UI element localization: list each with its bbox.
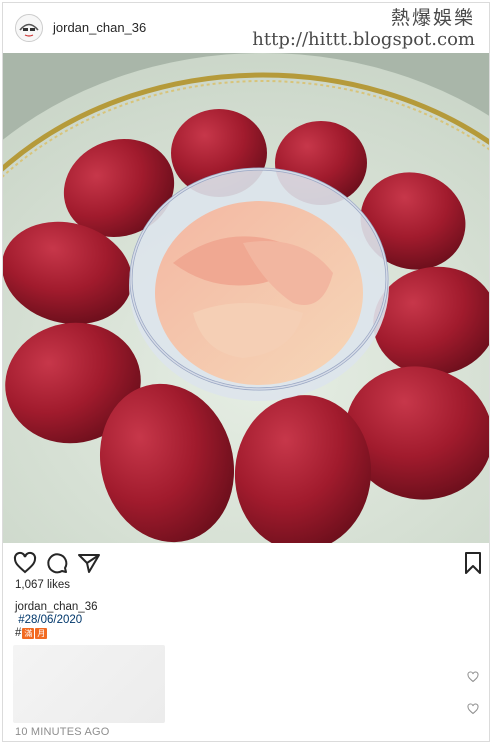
bookmark-icon[interactable] [461, 551, 487, 577]
hash-symbol: # [15, 627, 22, 639]
post-timestamp: 10 MINUTES AGO [15, 726, 110, 738]
comment-like-heart-icon-2[interactable] [467, 702, 479, 715]
emoji-full-icon: 滿 [22, 628, 35, 639]
post-author-username[interactable]: jordan_chan_36 [53, 20, 146, 35]
comment-like-heart-icon[interactable] [467, 670, 479, 683]
blurred-comments [13, 645, 165, 723]
ginger-cup [129, 167, 389, 401]
caption-date-hashtag[interactable]: #28/06/2020 [18, 614, 82, 626]
avatar[interactable] [15, 14, 43, 42]
post-actions [3, 551, 489, 579]
likes-count[interactable]: 1,067 likes [15, 579, 70, 591]
caption: jordan_chan_36 #28/06/2020 # 滿 月 [15, 601, 98, 640]
instagram-post: jordan_chan_36 熱爆娛樂 http://hittt.blogspo… [2, 2, 490, 742]
red-eggs-photo [3, 53, 489, 543]
share-icon[interactable] [77, 551, 103, 577]
avatar-image [16, 15, 42, 41]
post-header: jordan_chan_36 熱爆娛樂 http://hittt.blogspo… [3, 3, 489, 53]
emoji-moon-icon: 月 [35, 628, 48, 639]
watermark-title: 熱爆娛樂 [390, 7, 475, 29]
caption-username[interactable]: jordan_chan_36 [15, 601, 98, 614]
comment-icon[interactable] [45, 551, 71, 577]
watermark-url: http://hittt.blogspot.com [252, 29, 475, 50]
watermark: 熱爆娛樂 http://hittt.blogspot.com [252, 7, 475, 51]
heart-icon[interactable] [13, 551, 39, 577]
caption-emoji-hashtag[interactable]: # 滿 月 [15, 627, 98, 640]
post-photo[interactable] [3, 53, 489, 543]
